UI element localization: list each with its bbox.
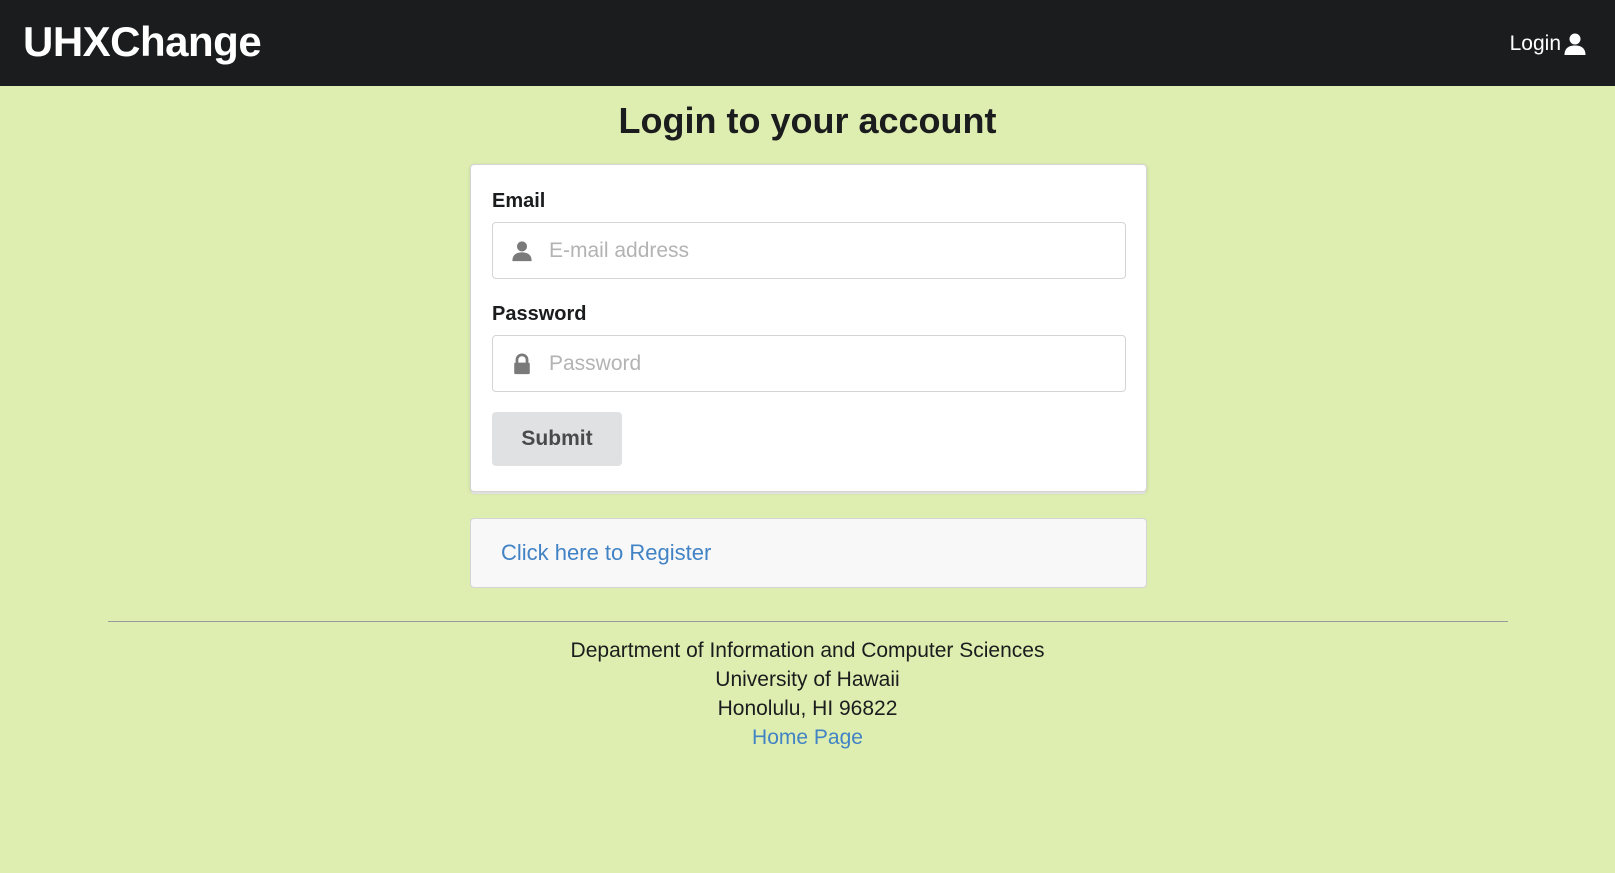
footer-department: Department of Information and Computer S… (570, 639, 1045, 662)
password-input[interactable] (549, 336, 1109, 391)
password-field-wrapper[interactable] (492, 335, 1126, 392)
register-link[interactable]: Click here to Register (501, 538, 711, 568)
nav-login-button[interactable]: Login (1510, 28, 1587, 60)
home-page-link[interactable]: Home Page (752, 726, 863, 749)
submit-button[interactable]: Submit (492, 412, 622, 466)
footer-university: University of Hawaii (715, 668, 900, 691)
user-icon (512, 241, 532, 262)
email-label: Email (492, 190, 546, 212)
nav-login-label: Login (1509, 32, 1561, 55)
top-navbar: UHXChange Login (0, 0, 1615, 86)
password-label: Password (492, 303, 587, 325)
footer-divider (108, 621, 1508, 622)
email-field-wrapper[interactable] (492, 222, 1126, 279)
lock-icon (514, 353, 530, 375)
login-form-card: Email Password Submit (470, 164, 1147, 492)
footer: Department of Information and Computer S… (0, 636, 1615, 752)
brand-logo[interactable]: UHXChange (23, 14, 262, 70)
page-title: Login to your account (618, 100, 997, 141)
email-input[interactable] (549, 223, 1109, 278)
user-icon (1564, 33, 1586, 55)
register-message-box: Click here to Register (470, 518, 1147, 588)
footer-address: Honolulu, HI 96822 (717, 697, 898, 720)
